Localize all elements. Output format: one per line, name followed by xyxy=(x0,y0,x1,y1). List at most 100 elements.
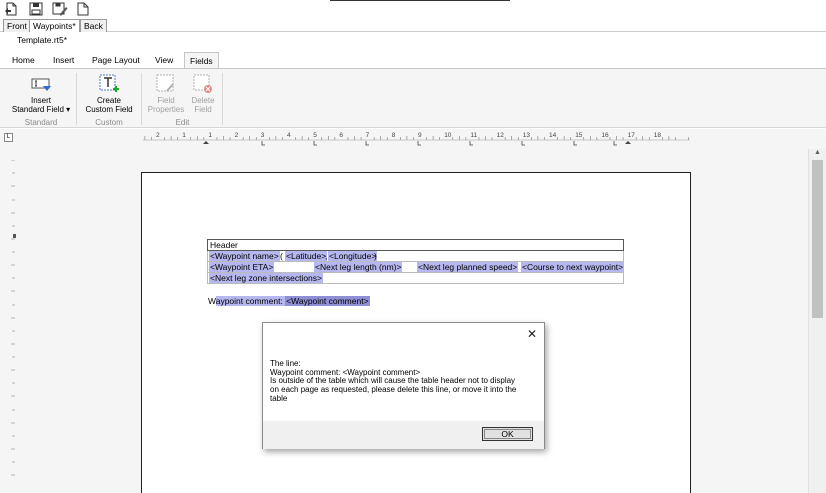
warning-dialog: ✕ The line: Waypoint comment: <Waypoint … xyxy=(262,322,545,449)
field-properties-button[interactable]: Field Properties xyxy=(145,73,187,114)
ruler-number: 3 xyxy=(261,132,265,139)
group-separator xyxy=(76,73,77,125)
ruler-number: 2 xyxy=(235,132,239,139)
delete-field-icon xyxy=(188,73,218,96)
ruler-number: 7 xyxy=(366,132,370,139)
create-button-label-1: Create xyxy=(96,96,121,105)
field-waypoint-eta[interactable]: <Waypoint ETA> xyxy=(209,262,275,272)
save-all-icon[interactable] xyxy=(52,2,68,16)
ruler-number: 18 xyxy=(654,132,662,139)
ruler-tab-stop[interactable] xyxy=(613,141,617,146)
ruler-number: 8 xyxy=(392,132,396,139)
ruler-tab-stop[interactable] xyxy=(365,141,369,146)
field-waypoint-name[interactable]: <Waypoint name> xyxy=(209,251,280,261)
ruler-number: 5 xyxy=(313,132,317,139)
vertical-ruler xyxy=(11,160,16,476)
new-document-icon[interactable] xyxy=(4,2,20,16)
ribbon-tab-fields[interactable]: Fields xyxy=(184,52,219,69)
field-longitude[interactable]: <Longitude> xyxy=(328,251,378,261)
ruler-tab-stop[interactable] xyxy=(521,141,525,146)
ruler-number: 6 xyxy=(339,132,343,139)
title-bar-line xyxy=(330,0,510,1)
ruler-indent-marker[interactable] xyxy=(203,141,209,144)
ruler-number: 17 xyxy=(628,132,636,139)
group-separator xyxy=(141,73,142,125)
delete-field-button[interactable]: Delete Field xyxy=(188,73,218,114)
create-custom-field-icon xyxy=(80,73,138,96)
table-text: ) xyxy=(374,251,377,261)
ruler-number: 1 xyxy=(208,132,212,139)
document-icon[interactable] xyxy=(77,2,93,16)
create-custom-field-button[interactable]: Create Custom Field xyxy=(80,73,138,114)
waypoint-comment-line[interactable]: Waypoint comment: <Waypoint comment> xyxy=(208,296,370,307)
ribbon-tab-home[interactable]: Home xyxy=(12,55,35,65)
comment-first-letter: W xyxy=(208,296,216,306)
ruler-number: 10 xyxy=(444,132,452,139)
tab-back[interactable]: Back xyxy=(80,19,107,32)
field-waypoint-comment[interactable]: <Waypoint comment> xyxy=(285,296,370,306)
delete-button-label-1: Delete xyxy=(191,96,215,105)
table-row[interactable]: <Waypoint name> ( <Latitude> , <Longitud… xyxy=(207,251,624,262)
field-next-leg-zone-intersections[interactable]: <Next leg zone intersections> xyxy=(209,273,323,283)
table-text: ( xyxy=(280,251,283,261)
ribbon-panel: Insert Standard Field ▾ Standard Create … xyxy=(0,68,826,128)
vertical-scrollbar[interactable]: ▲ xyxy=(808,149,826,493)
group-label-standard: Standard xyxy=(24,118,58,127)
table-header-cell[interactable]: Header xyxy=(207,239,624,251)
create-button-label-2: Custom Field xyxy=(85,105,133,114)
ribbon-tab-insert[interactable]: Insert xyxy=(53,55,74,65)
ruler-number: 14 xyxy=(549,132,557,139)
ruler-number: 15 xyxy=(575,132,583,139)
ribbon-tabs: Home Insert Page Layout View Fields xyxy=(0,52,826,69)
ruler-tab-stop[interactable] xyxy=(261,141,265,146)
field-properties-icon xyxy=(145,73,187,96)
dialog-footer: OK xyxy=(263,421,544,449)
ruler-tab-stop[interactable] xyxy=(469,141,473,146)
ruler-tab-stop[interactable] xyxy=(417,141,421,146)
insert-button-label-1: Insert xyxy=(30,96,51,105)
scrollbar-thumb[interactable] xyxy=(812,160,823,318)
ruler-number: 1 xyxy=(182,132,186,139)
ruler-scale: 2 1 1 2 3 4 5 6 7 8 9 10 11 12 13 14 15 16 17 18 xyxy=(143,132,690,146)
insert-standard-field-button[interactable]: Insert Standard Field ▾ xyxy=(8,77,74,114)
tab-front[interactable]: Front xyxy=(3,19,31,32)
file-name: Template.rt5* xyxy=(17,35,68,45)
ruler-number: 12 xyxy=(497,132,505,139)
ruler-number: 11 xyxy=(470,132,477,139)
save-icon[interactable] xyxy=(29,2,45,16)
group-label-edit: Edit xyxy=(175,118,190,127)
group-separator xyxy=(222,73,223,125)
ruler-tab-stop[interactable] xyxy=(573,141,577,146)
horizontal-ruler[interactable]: L 2 1 1 2 3 4 5 6 7 8 9 10 11 12 13 14 15 16 17 18 xyxy=(0,129,826,149)
ruler-indent-marker[interactable] xyxy=(625,141,631,144)
ruler-number: 16 xyxy=(601,132,609,139)
close-icon[interactable]: ✕ xyxy=(527,327,537,341)
ribbon-tab-page-layout[interactable]: Page Layout xyxy=(92,55,140,65)
app-window: Front Waypoints* Back Template.rt5* Home… xyxy=(0,0,826,493)
ruler-number: 13 xyxy=(523,132,531,139)
ribbon-tab-view[interactable]: View xyxy=(155,55,173,65)
insert-field-icon xyxy=(8,77,74,96)
dialog-message: The line: Waypoint comment: <Waypoint co… xyxy=(270,359,517,403)
field-next-leg-planned-speed[interactable]: <Next leg planned speed> xyxy=(417,262,519,272)
properties-button-label-1: Field xyxy=(157,96,175,105)
delete-button-label-2: Field xyxy=(194,105,212,114)
scroll-up-arrow-icon[interactable]: ▲ xyxy=(814,149,821,156)
tab-waypoints[interactable]: Waypoints* xyxy=(29,19,80,32)
group-label-custom: Custom xyxy=(95,118,123,127)
table-row[interactable]: <Waypoint ETA> <Next leg length (nm)> <N… xyxy=(207,262,625,273)
field-latitude[interactable]: <Latitude> xyxy=(285,251,328,261)
ok-button[interactable]: OK xyxy=(482,427,533,441)
ruler-tab-stop[interactable] xyxy=(313,141,317,146)
table-row[interactable]: <Next leg zone intersections> xyxy=(207,273,624,284)
document-tabs: Front Waypoints* Back xyxy=(0,18,826,32)
comment-label: aypoint comment: xyxy=(215,296,286,306)
properties-button-label-2: Properties xyxy=(147,105,185,114)
ruler-number: 2 xyxy=(156,132,160,139)
ruler-number: 4 xyxy=(287,132,291,139)
insert-button-label-2: Standard Field ▾ xyxy=(11,105,71,114)
file-bar: Template.rt5* xyxy=(0,32,826,50)
field-course-to-next-waypoint[interactable]: <Course to next waypoint> xyxy=(521,262,625,272)
field-next-leg-length[interactable]: <Next leg length (nm)> xyxy=(314,262,403,272)
quick-access-toolbar xyxy=(0,0,826,18)
